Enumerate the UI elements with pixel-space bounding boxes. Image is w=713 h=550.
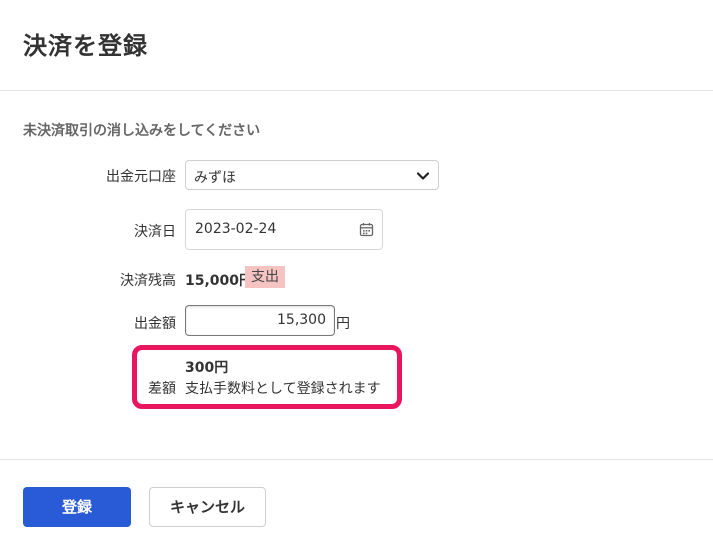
amount-input[interactable]: 15,300 [185, 305, 335, 336]
balance-value: 15,000円 [185, 273, 254, 289]
difference-amount: 300円 [185, 360, 229, 376]
difference-description: 支払手数料として登録されます [185, 381, 381, 397]
date-input[interactable]: 2023-02-24 [185, 209, 383, 250]
expense-badge: 支出 [245, 266, 285, 288]
chevron-down-icon [416, 172, 430, 180]
date-input-value: 2023-02-24 [195, 221, 277, 237]
header-divider [0, 90, 713, 91]
register-button[interactable]: 登録 [23, 487, 131, 527]
cancel-button[interactable]: キャンセル [149, 487, 266, 527]
difference-highlight-box [132, 345, 402, 409]
amount-unit: 円 [336, 316, 350, 332]
amount-label: 出金額 [134, 316, 176, 332]
calendar-icon[interactable] [359, 222, 374, 237]
balance-label: 決済残高 [120, 273, 176, 289]
difference-label: 差額 [148, 381, 176, 397]
account-select-value: みずほ [194, 170, 236, 186]
date-label: 決済日 [134, 224, 176, 240]
footer-divider [0, 459, 713, 460]
account-select[interactable]: みずほ [185, 160, 439, 190]
account-label: 出金元口座 [106, 169, 176, 185]
form-subtitle: 未決済取引の消し込みをしてください [23, 123, 261, 139]
dialog-title: 決済を登録 [23, 32, 148, 60]
